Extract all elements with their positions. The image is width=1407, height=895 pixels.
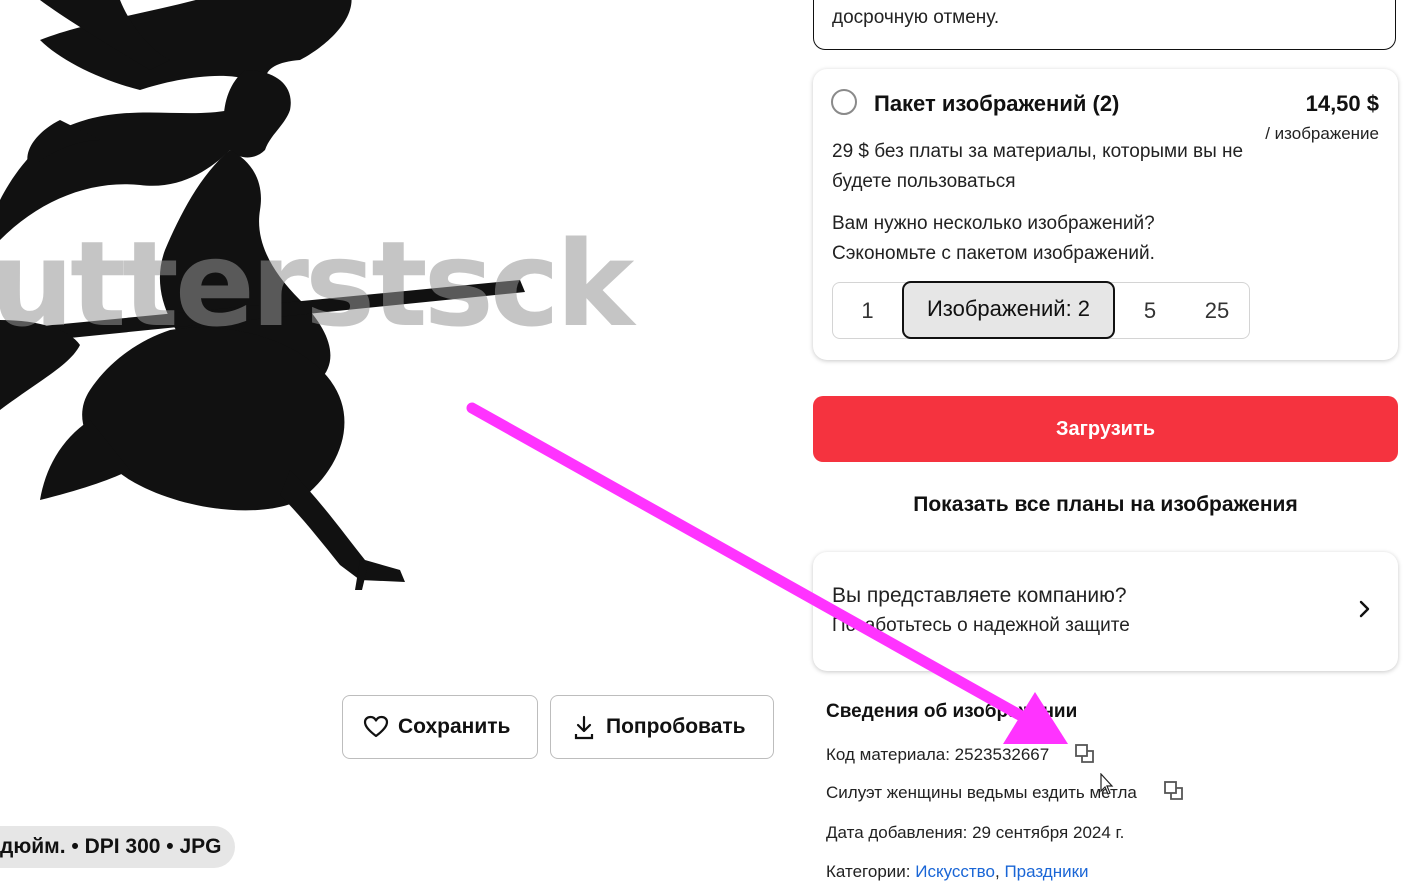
quantity-selector: 1 Изображений: 2 5 25 [832,281,1251,339]
categories-label: Категории: [826,862,911,881]
download-button[interactable]: Загрузить [813,396,1398,462]
plan-promo-text: Вам нужно несколько изображений? Сэконом… [832,213,1155,264]
image-pack-plan-card[interactable]: Пакет изображений (2) 14,50 $ / изображе… [813,69,1398,360]
chevron-right-icon [1359,600,1370,618]
categories-row: Категории: Искусство, Праздники [826,862,1089,882]
image-meta-chip: дюйм. • DPI 300 • JPG [0,826,236,868]
try-button[interactable]: Попробовать [550,695,774,759]
quantity-option-25[interactable]: 25 [1183,283,1251,338]
plan-price: 14,50 $ [1305,91,1379,116]
image-details-title: Сведения об изображении [826,701,1078,722]
category-link-holidays[interactable]: Праздники [1004,862,1088,881]
company-card[interactable]: Вы представляете компанию? Позаботьтесь … [813,552,1398,671]
copy-material-code-icon[interactable] [1074,743,1096,765]
try-label: Попробовать [606,715,746,738]
copy-description-icon[interactable] [1163,780,1185,802]
plan-title: Пакет изображений (2) [874,91,1120,116]
heart-icon [363,715,389,738]
show-all-plans-link[interactable]: Показать все планы на изображения [813,493,1398,517]
material-code: Код материала: 2523532667 [826,745,1050,764]
company-subtitle: Позаботьтесь о надежной защите [832,615,1130,636]
plan-price-unit: / изображение [1265,124,1379,143]
quantity-option-1[interactable]: 1 [833,283,902,338]
company-question: Вы представляете компанию? [832,584,1127,607]
plan-description: 29 $ без платы за материалы, которыми вы… [832,141,1244,192]
previous-plan-card[interactable]: досрочную отмену. [813,0,1396,50]
save-button[interactable]: Сохранить [342,695,538,759]
image-description: Силуэт женщины ведьмы ездить метла [826,783,1137,802]
previous-plan-text: досрочную отмену. [832,7,1000,28]
quantity-option-2-selected[interactable]: Изображений: 2 [902,281,1115,339]
watermark-text: utterstsck [0,215,634,353]
date-added: Дата добавления: 29 сентября 2024 г. [826,823,1125,842]
plan-radio-button[interactable] [831,89,857,115]
image-preview[interactable]: utterstsck [0,0,790,690]
mouse-cursor-icon [1100,773,1114,795]
quantity-option-5[interactable]: 5 [1117,283,1183,338]
category-link-art[interactable]: Искусство [915,862,995,881]
save-label: Сохранить [398,715,511,738]
download-icon [574,715,594,740]
